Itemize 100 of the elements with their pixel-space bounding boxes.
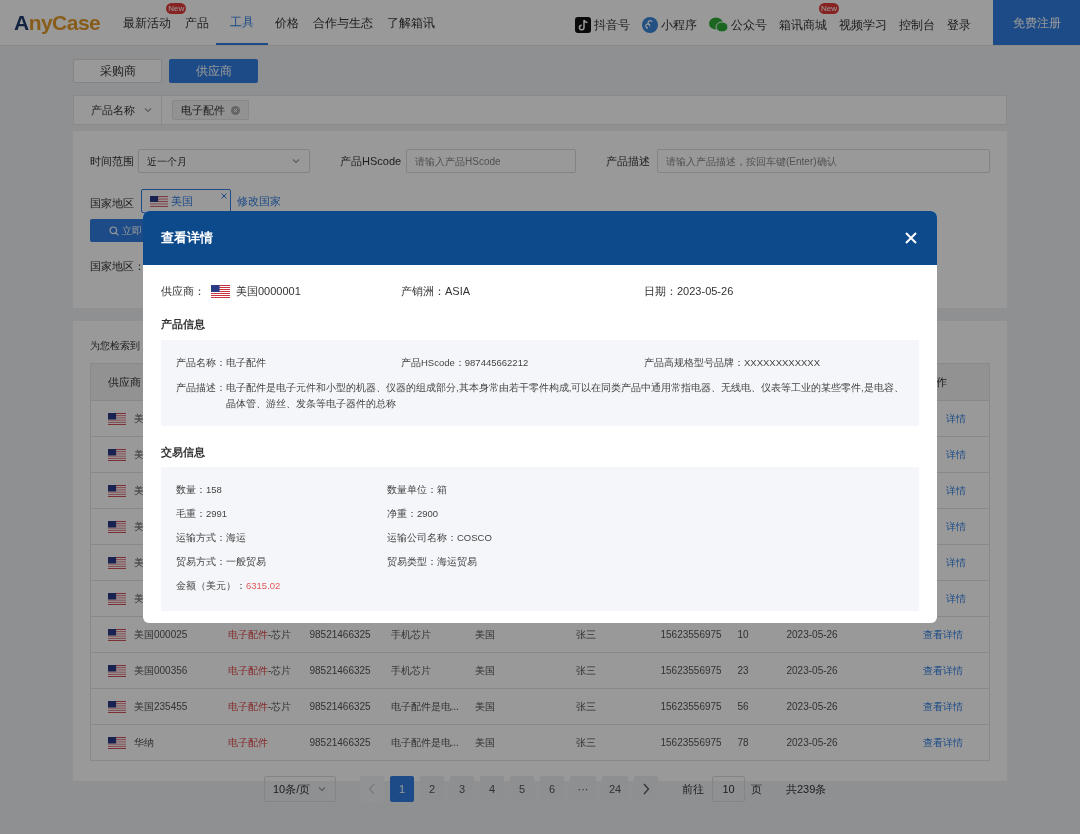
field-label: 时间范围	[90, 153, 135, 169]
flag-icon	[108, 700, 126, 713]
table-cell: 2023-05-26	[786, 701, 838, 712]
field-text: 净重：2900	[387, 506, 439, 521]
table-cell-text: 华纳	[134, 736, 154, 750]
table-cell: 美国	[474, 629, 495, 640]
results-summary: 为您检索到	[90, 339, 140, 353]
top-link[interactable]: 视频学习	[833, 11, 893, 34]
field-text: 毛重：2991	[176, 506, 228, 521]
table-cell: 美国	[474, 737, 495, 748]
chat-bubbles-icon	[709, 16, 728, 33]
field-text: 贸易类型：海运贸易	[387, 554, 477, 569]
page-button[interactable]: 1	[390, 776, 414, 802]
view-details-link[interactable]: 详情	[946, 593, 967, 604]
field-text: 运输公司名称：COSCO	[387, 530, 492, 545]
page-unit: 页	[751, 781, 762, 797]
field-label: 产品描述：	[176, 380, 226, 395]
view-details-link[interactable]: 详情	[946, 449, 967, 460]
country-summary: 国家地区：	[90, 259, 145, 274]
table-cell: 10	[737, 629, 749, 640]
link-circle-icon	[642, 16, 658, 33]
field-label: 国家地区	[90, 196, 135, 211]
field-label: 产品描述	[606, 153, 651, 169]
view-details-link[interactable]: 详情	[946, 521, 967, 532]
role-tab[interactable]: 采购商	[73, 59, 162, 83]
field-text: 日期：2023-05-26	[644, 283, 734, 299]
table-cell: 电子配件-芯片	[228, 629, 292, 640]
flag-icon	[108, 628, 126, 641]
top-link[interactable]: 箱讯商城	[773, 11, 833, 34]
top-link[interactable]: 控制台	[893, 11, 941, 34]
change-country-link[interactable]: 修改国家	[237, 195, 281, 207]
flag-icon	[150, 195, 168, 207]
view-details-link[interactable]: 查看详情	[922, 737, 963, 748]
flag-icon	[108, 484, 126, 497]
chevron-down-icon	[317, 784, 327, 794]
goto-label: 前往	[682, 781, 704, 797]
field-text: 数量单位：箱	[387, 482, 447, 497]
new-badge: New	[819, 3, 839, 14]
remove-icon	[231, 105, 240, 115]
top-link[interactable]: 公众号	[703, 11, 773, 34]
role-tab[interactable]: 供应商	[169, 59, 258, 83]
time-range-select[interactable]: 近一个月	[138, 149, 310, 173]
view-details-link[interactable]: 查看详情	[922, 665, 963, 676]
field-text: 产品HScode：987445662212	[401, 356, 529, 368]
view-details-link[interactable]: 查看详情	[922, 701, 963, 712]
table-cell: 2023-05-26	[786, 629, 838, 640]
table-cell: 23	[737, 665, 749, 676]
top-link[interactable]: 抖音号	[569, 11, 636, 34]
register-button[interactable]: 免费注册	[993, 0, 1080, 45]
view-details-link[interactable]: 详情	[946, 413, 967, 424]
field-text: 数量：158	[176, 482, 222, 497]
flag-icon	[108, 520, 126, 533]
total-count: 共239条	[786, 781, 827, 797]
page-size-select[interactable]: 10条/页	[264, 776, 336, 802]
flag-icon	[108, 592, 126, 605]
table-cell-text: 美	[134, 484, 144, 498]
table-cell: 78	[737, 737, 749, 748]
nav-link[interactable]: 了解箱讯	[380, 0, 443, 45]
field-text: 产销洲：ASIA	[401, 283, 471, 299]
table-cell-text: 美	[134, 520, 144, 534]
table-cell: 15623556975	[660, 737, 722, 748]
music-note-icon	[575, 16, 591, 33]
column-header: 供应商	[108, 375, 141, 388]
search-icon	[109, 225, 119, 236]
view-details-link[interactable]: 详情	[946, 557, 967, 568]
close-icon	[221, 193, 227, 199]
table-cell-text: 美	[134, 556, 144, 570]
table-cell-text: 美	[134, 592, 144, 606]
column-header: 作	[936, 375, 948, 388]
goto-page-input[interactable]: 10	[712, 776, 745, 802]
table-cell: 张三	[575, 665, 596, 676]
table-cell: 15623556975	[660, 701, 722, 712]
table-cell: 98521466325	[309, 665, 371, 676]
field-text: 金额（美元）：6315.02	[176, 578, 281, 593]
table-cell: 98521466325	[309, 629, 371, 640]
filter-tag[interactable]: 电子配件	[172, 100, 249, 120]
nav-link[interactable]: 合作与生态	[306, 0, 381, 45]
field-label: 供应商：	[161, 283, 205, 299]
field-text: 产品名称：电子配件	[176, 356, 266, 368]
table-cell: 98521466325	[309, 701, 371, 712]
close-button[interactable]	[905, 231, 919, 245]
field-select[interactable]: 产品名称	[74, 96, 162, 124]
logo-text: AnyCase	[14, 9, 101, 36]
table-cell: 电子配件	[228, 737, 269, 748]
nav-link[interactable]: 价格	[268, 0, 307, 45]
field-text: 贸易方式：一般贸易	[176, 554, 266, 569]
table-cell: 张三	[575, 629, 596, 640]
table-cell: 美国	[474, 701, 495, 712]
view-details-link[interactable]: 详情	[946, 485, 967, 496]
table-cell: 2023-05-26	[786, 737, 838, 748]
view-details-link[interactable]: 查看详情	[922, 629, 963, 640]
table-cell-text: 美国235455	[134, 700, 188, 714]
nav-link[interactable]: 工具	[216, 0, 269, 45]
field-value: 美国0000001	[236, 283, 301, 299]
table-cell: 电子配件-芯片	[228, 665, 292, 676]
flag-icon	[108, 448, 126, 461]
top-link[interactable]: 登录	[941, 11, 977, 34]
top-link[interactable]: 小程序	[636, 11, 703, 34]
flag-icon	[108, 736, 126, 749]
table-cell: 98521466325	[309, 737, 371, 748]
